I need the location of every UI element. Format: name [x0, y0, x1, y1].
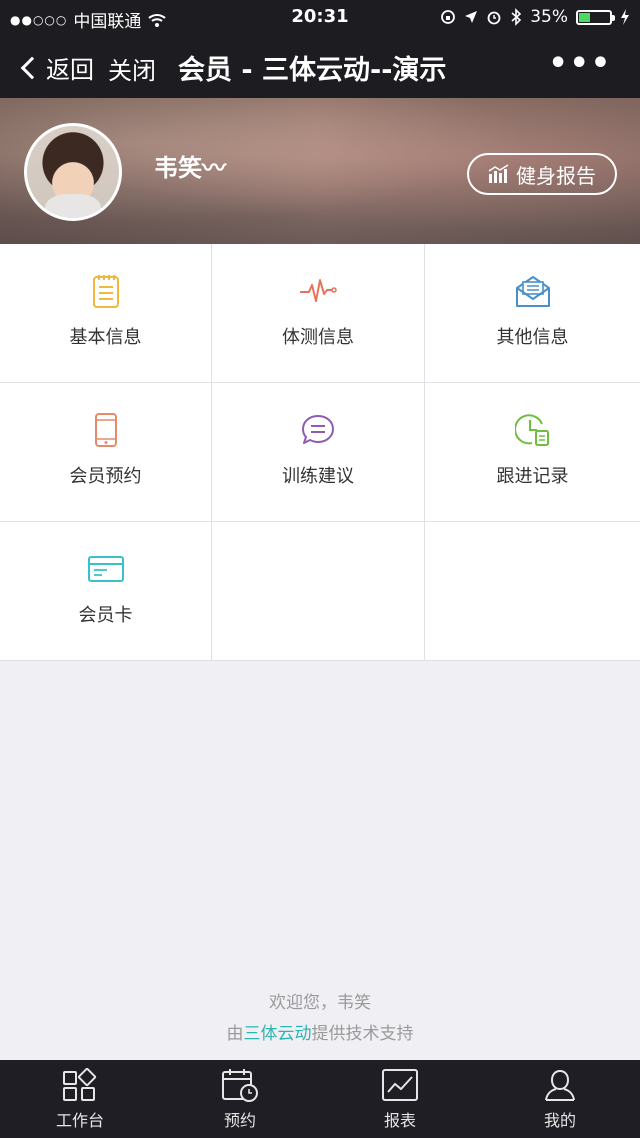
- grid-item-training-advice[interactable]: 训练建议: [212, 383, 425, 522]
- location-arrow-icon: [465, 11, 478, 23]
- grid-item-label: 其他信息: [496, 327, 569, 348]
- grid-item-label: 会员预约: [69, 466, 142, 487]
- bluetooth-icon: [511, 8, 522, 26]
- tab-bar: 工作台 预约 报表 我的: [0, 1060, 640, 1138]
- tab-label: 工作台: [55, 1111, 104, 1130]
- back-button[interactable]: 返回: [18, 50, 94, 85]
- calendar-clock-icon: [220, 1067, 260, 1103]
- charging-bolt-icon: [621, 9, 629, 25]
- tab-reports[interactable]: 报表: [320, 1060, 480, 1138]
- grid-item-member-card[interactable]: 会员卡: [0, 522, 212, 661]
- avatar[interactable]: [24, 123, 122, 221]
- grid-item-label: 跟进记录: [496, 466, 569, 487]
- battery-percent: 35%: [530, 7, 568, 27]
- chat-bubble-icon: [298, 410, 338, 450]
- fitness-report-button[interactable]: 健身报告: [467, 153, 617, 195]
- grid-item-label: 基本信息: [69, 327, 142, 348]
- status-right: 35%: [440, 7, 630, 27]
- grid-empty-cell: [425, 522, 640, 661]
- notepad-icon: [86, 271, 126, 311]
- grid-empty-cell: [212, 522, 425, 661]
- page-title: 会员 - 三体云动--演示: [178, 55, 447, 86]
- grid-item-other-info[interactable]: 其他信息: [425, 244, 640, 383]
- orientation-lock-icon: [441, 10, 456, 24]
- profile-header: 韦笑〰 健身报告: [0, 98, 640, 244]
- card-icon: [86, 549, 126, 589]
- chevron-left-icon: [20, 56, 44, 79]
- tab-booking[interactable]: 预约: [160, 1060, 320, 1138]
- grid-item-label: 会员卡: [78, 605, 133, 626]
- grid-item-label: 训练建议: [282, 466, 354, 487]
- close-button[interactable]: 关闭: [108, 51, 156, 86]
- more-menu-button[interactable]: •••: [548, 46, 612, 81]
- support-suffix: 提供技术支持: [311, 1024, 414, 1044]
- grid-item-member-booking[interactable]: 会员预约: [0, 383, 212, 522]
- grid-item-follow-up-records[interactable]: 跟进记录: [425, 383, 640, 522]
- person-icon: [540, 1067, 580, 1103]
- battery-icon: [576, 9, 615, 25]
- status-bar: ●●○○○ 中国联通 20:31 35%: [0, 0, 640, 34]
- welcome-text: 欢迎您，韦笑: [269, 993, 371, 1013]
- grid-item-body-test-info[interactable]: 体测信息: [212, 244, 425, 383]
- member-name: 韦笑〰: [154, 154, 226, 182]
- line-chart-icon: [380, 1067, 420, 1103]
- support-prefix: 由: [226, 1024, 244, 1044]
- grid-item-label: 体测信息: [282, 327, 354, 348]
- clock-document-icon: [513, 410, 553, 450]
- tech-support-text: 由三体云动提供技术支持: [0, 1019, 640, 1044]
- workbench-icon: [60, 1067, 100, 1103]
- brand-link[interactable]: 三体云动: [244, 1024, 312, 1044]
- tab-workbench[interactable]: 工作台: [0, 1060, 160, 1138]
- nav-bar: 返回 关闭 会员 - 三体云动--演示 •••: [0, 34, 640, 98]
- alarm-icon: [487, 11, 501, 25]
- feature-grid: 基本信息 体测信息 其他信息 会员预约 训练建议 跟进记录 会员卡: [0, 244, 640, 661]
- heartbeat-icon: [298, 271, 338, 311]
- envelope-icon: [513, 271, 553, 311]
- tab-label: 预约: [223, 1111, 256, 1130]
- bar-chart-icon: [488, 164, 509, 183]
- tab-label: 我的: [543, 1111, 576, 1130]
- fitness-report-label: 健身报告: [516, 163, 596, 188]
- tab-label: 报表: [383, 1111, 416, 1130]
- phone-icon: [86, 410, 126, 450]
- tab-mine[interactable]: 我的: [480, 1060, 640, 1138]
- grid-item-basic-info[interactable]: 基本信息: [0, 244, 212, 383]
- back-label: 返回: [46, 56, 94, 84]
